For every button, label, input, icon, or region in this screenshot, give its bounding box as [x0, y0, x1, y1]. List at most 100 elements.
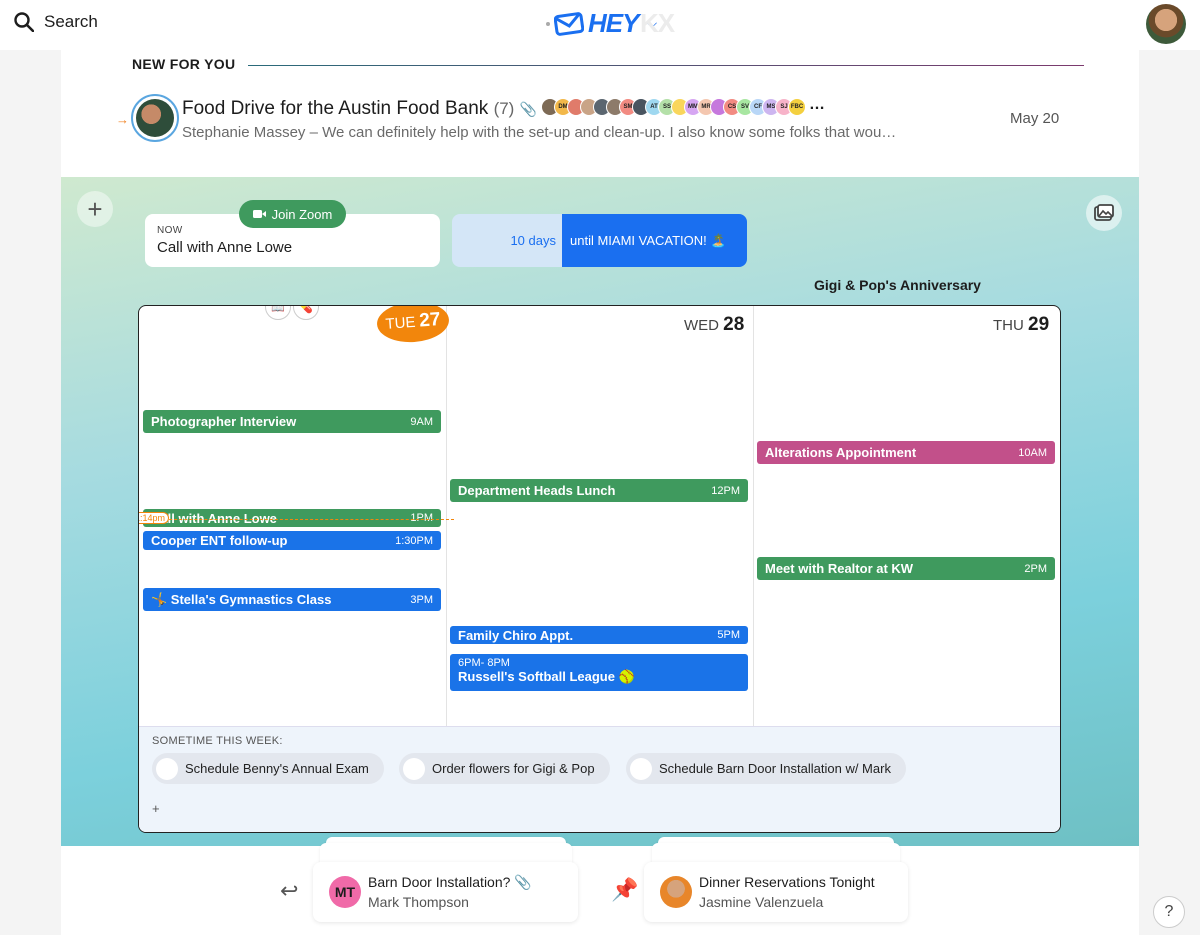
calendar-event[interactable]: Department Heads Lunch 12PM — [450, 479, 748, 502]
checkbox[interactable] — [403, 757, 425, 780]
event-name: Russell's Softball League 🥎 — [458, 669, 635, 684]
card-subject: Barn Door Installation? 📎 — [368, 874, 532, 890]
day-header-thu[interactable]: THU 29 — [993, 314, 1049, 336]
todo-chip[interactable]: Schedule Barn Door Installation w/ Mark — [626, 753, 906, 784]
calendar-event[interactable]: Meet with Realtor at KW 2PM — [757, 557, 1055, 580]
calendar-event[interactable]: 🤸 Stella's Gymnastics Class 3PM — [143, 588, 441, 611]
set-aside-card[interactable]: Dinner Reservations Tonight Jasmine Vale… — [644, 862, 908, 922]
arrow-right-icon: → — [116, 112, 129, 127]
day-name: THU — [993, 317, 1024, 334]
todo-chip[interactable]: Schedule Benny's Annual Exam — [152, 753, 384, 784]
participant-avatar: FBC — [788, 98, 806, 116]
calendar-event[interactable]: 6PM- 8PM Russell's Softball League 🥎 — [450, 654, 748, 691]
event-name: Meet with Realtor at KW — [765, 561, 914, 576]
card-subject: Dinner Reservations Tonight — [699, 874, 875, 890]
separator-dot — [546, 21, 550, 26]
calendar-event[interactable]: Alterations Appointment 10AM — [757, 441, 1055, 464]
current-time-line — [139, 519, 454, 520]
all-day-event[interactable]: Gigi & Pop's Anniversary — [814, 277, 981, 293]
event-name: Department Heads Lunch — [458, 483, 616, 498]
add-event-button[interactable]: + — [77, 191, 113, 227]
checkbox[interactable] — [156, 757, 178, 780]
event-name: Alterations Appointment — [765, 445, 917, 460]
event-time: 9AM — [410, 415, 433, 428]
email-count: (7) — [493, 99, 515, 118]
top-bar: Search HEY ⌵ KX — [0, 0, 1200, 164]
sometime-heading: SOMETIME THIS WEEK: — [152, 735, 283, 747]
sometime-this-week: SOMETIME THIS WEEK: Schedule Benny's Ann… — [139, 726, 1060, 832]
event-time: 3PM — [410, 593, 433, 606]
day-number: 29 — [1028, 314, 1050, 335]
event-name: Cooper ENT follow-up — [151, 533, 288, 548]
week-calendar: 📖 💊 TUE 27 WED 28 THU 29 Photographer In… — [138, 305, 1061, 833]
countdown-text: until MIAMI VACATION! 🏝️ — [562, 214, 747, 267]
event-time: 2PM — [1024, 562, 1047, 575]
event-time: 1PM — [410, 512, 433, 524]
calendar-event[interactable]: Call with Anne Lowe 1PM — [143, 509, 441, 527]
event-time: 12PM — [711, 484, 740, 497]
reply-later-icon[interactable]: ↩ — [280, 878, 298, 904]
email-subject: Food Drive for the Austin Food Bank (7) … — [182, 98, 538, 119]
event-time: 6PM- 8PM — [458, 657, 510, 669]
day-number: 27 — [418, 309, 442, 332]
now-title: Call with Anne Lowe — [157, 239, 293, 256]
todo-chip[interactable]: Order flowers for Gigi & Pop — [399, 753, 610, 784]
day-name: WED — [684, 317, 719, 334]
paperclip-icon: 📎 — [514, 874, 532, 890]
search-icon — [14, 12, 34, 32]
day-name: TUE — [384, 313, 417, 333]
sender-initials: MT — [329, 876, 361, 908]
day-number: 28 — [723, 314, 745, 335]
event-time: 1:30PM — [395, 534, 433, 547]
email-preview: Stephanie Massey – We can definitely hel… — [182, 124, 897, 141]
day-tools: 📖 💊 — [265, 306, 319, 320]
background-photo-button[interactable] — [1086, 195, 1122, 231]
current-time-badge: 1:14pm — [139, 512, 170, 524]
calendar-area: + NOW Call with Anne Lowe Join Zoom 10 d… — [61, 177, 1139, 846]
calendar-event[interactable]: Family Chiro Appt. 5PM — [450, 626, 748, 644]
calendar-event[interactable]: Photographer Interview 9AM — [143, 410, 441, 433]
ghost-logo: KX — [640, 8, 675, 38]
new-for-you-heading: NEW FOR YOU — [132, 56, 236, 72]
participants-list: DM SM AT SS MM MR CS SV CF MS SJ FBC — [541, 98, 806, 116]
reply-later-card[interactable]: MT Barn Door Installation? 📎 Mark Thomps… — [313, 862, 578, 922]
user-avatar[interactable] — [1146, 4, 1186, 44]
column-divider — [753, 306, 754, 726]
todo-label: Schedule Benny's Annual Exam — [185, 761, 369, 776]
calendar-event[interactable]: Cooper ENT follow-up 1:30PM — [143, 531, 441, 550]
email-row[interactable]: → Food Drive for the Austin Food Bank (7… — [61, 90, 1139, 150]
column-divider — [446, 306, 447, 726]
day-header-wed[interactable]: WED 28 — [684, 314, 744, 336]
now-label: NOW — [157, 225, 183, 236]
sender-avatar — [660, 876, 692, 908]
day-header-today[interactable]: TUE 27 — [375, 306, 451, 345]
sender-avatar — [131, 94, 179, 142]
image-icon — [1094, 204, 1114, 221]
join-zoom-button[interactable]: Join Zoom — [239, 200, 346, 228]
add-todo-button[interactable]: + — [152, 801, 160, 816]
event-time: 5PM — [717, 629, 740, 641]
countdown-card[interactable]: 10 days until MIAMI VACATION! 🏝️ — [452, 214, 747, 267]
event-name: Family Chiro Appt. — [458, 627, 574, 643]
envelope-icon — [554, 11, 584, 36]
search-button[interactable]: Search — [14, 12, 98, 32]
join-zoom-label: Join Zoom — [271, 206, 333, 222]
checkbox[interactable] — [630, 757, 652, 780]
card-sender: Jasmine Valenzuela — [699, 894, 824, 910]
todo-label: Schedule Barn Door Installation w/ Mark — [659, 761, 891, 776]
countdown-days: 10 days — [452, 214, 562, 267]
event-time: 10AM — [1018, 446, 1047, 459]
pill-icon[interactable]: 💊 — [293, 306, 319, 320]
help-button[interactable]: ? — [1153, 896, 1185, 928]
video-camera-icon — [252, 210, 266, 218]
event-name: 🤸 Stella's Gymnastics Class — [151, 591, 332, 607]
main-content: NEW FOR YOU → Food Drive for the Austin … — [61, 50, 1139, 935]
pin-icon[interactable]: 📌 — [611, 877, 638, 903]
event-name: Photographer Interview — [151, 414, 297, 429]
app-switcher[interactable]: HEY ⌵ KX — [512, 8, 675, 164]
paperclip-icon: 📎 — [519, 101, 538, 117]
search-label: Search — [44, 12, 98, 31]
email-date: May 20 — [1010, 110, 1060, 127]
more-participants: … — [809, 96, 825, 113]
book-icon[interactable]: 📖 — [265, 306, 291, 320]
